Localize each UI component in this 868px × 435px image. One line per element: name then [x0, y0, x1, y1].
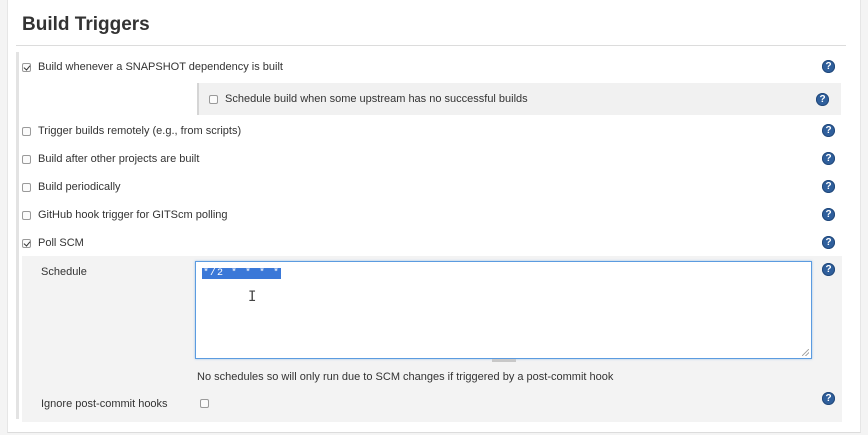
trigger-build-periodically[interactable]: Build periodically [22, 176, 121, 198]
schedule-selected-text: */2 * * * * [202, 268, 282, 279]
trigger-label: Trigger builds remotely (e.g., from scri… [38, 125, 242, 137]
checkbox-after-other-projects[interactable] [22, 154, 31, 164]
schedule-hint: No schedules so will only run due to SCM… [197, 371, 614, 383]
help-icon[interactable]: ? [822, 392, 835, 405]
ignore-post-commit-label: Ignore post-commit hooks [41, 398, 168, 410]
checkbox-github-hook[interactable] [22, 210, 31, 220]
trigger-builds-remotely[interactable]: Trigger builds remotely (e.g., from scri… [22, 120, 241, 142]
help-icon[interactable]: ? [822, 124, 835, 137]
checkbox-schedule-upstream-failure[interactable] [209, 94, 218, 104]
checkbox-builds-remotely[interactable] [22, 126, 31, 136]
help-icon[interactable]: ? [816, 93, 829, 106]
help-icon[interactable]: ? [822, 180, 835, 193]
help-icon[interactable]: ? [822, 263, 835, 276]
trigger-label: GitHub hook trigger for GITScm polling [38, 209, 228, 221]
checkbox-ignore-post-commit[interactable] [200, 399, 209, 408]
trigger-label: Build whenever a SNAPSHOT dependency is … [38, 61, 283, 73]
checkbox-poll-scm[interactable] [22, 238, 31, 248]
schedule-label: Schedule [41, 266, 87, 278]
checkbox-snapshot-dependency[interactable] [22, 62, 31, 72]
trigger-after-other-projects[interactable]: Build after other projects are built [22, 148, 199, 170]
title-divider [16, 45, 846, 46]
text-cursor-icon: I [248, 289, 257, 305]
trigger-github-hook[interactable]: GitHub hook trigger for GITScm polling [22, 204, 228, 226]
help-icon[interactable]: ? [822, 208, 835, 221]
textarea-drag-handle[interactable] [492, 359, 516, 362]
help-icon[interactable]: ? [822, 60, 835, 73]
trigger-snapshot-dependency[interactable]: Build whenever a SNAPSHOT dependency is … [22, 56, 283, 78]
trigger-label: Schedule build when some upstream has no… [225, 93, 528, 105]
trigger-poll-scm[interactable]: Poll SCM [22, 232, 84, 254]
trigger-label: Build after other projects are built [38, 153, 200, 165]
section-indent-bar [16, 52, 19, 419]
section-title: Build Triggers [22, 14, 150, 35]
checkbox-build-periodically[interactable] [22, 182, 31, 192]
resize-grip-icon[interactable] [802, 349, 809, 356]
trigger-label: Build periodically [38, 181, 121, 193]
help-icon[interactable]: ? [822, 152, 835, 165]
schedule-textarea[interactable]: */2 * * * * I [195, 261, 812, 359]
trigger-label: Poll SCM [38, 237, 84, 249]
help-icon[interactable]: ? [822, 236, 835, 249]
trigger-schedule-upstream-failure[interactable]: Schedule build when some upstream has no… [209, 88, 528, 110]
